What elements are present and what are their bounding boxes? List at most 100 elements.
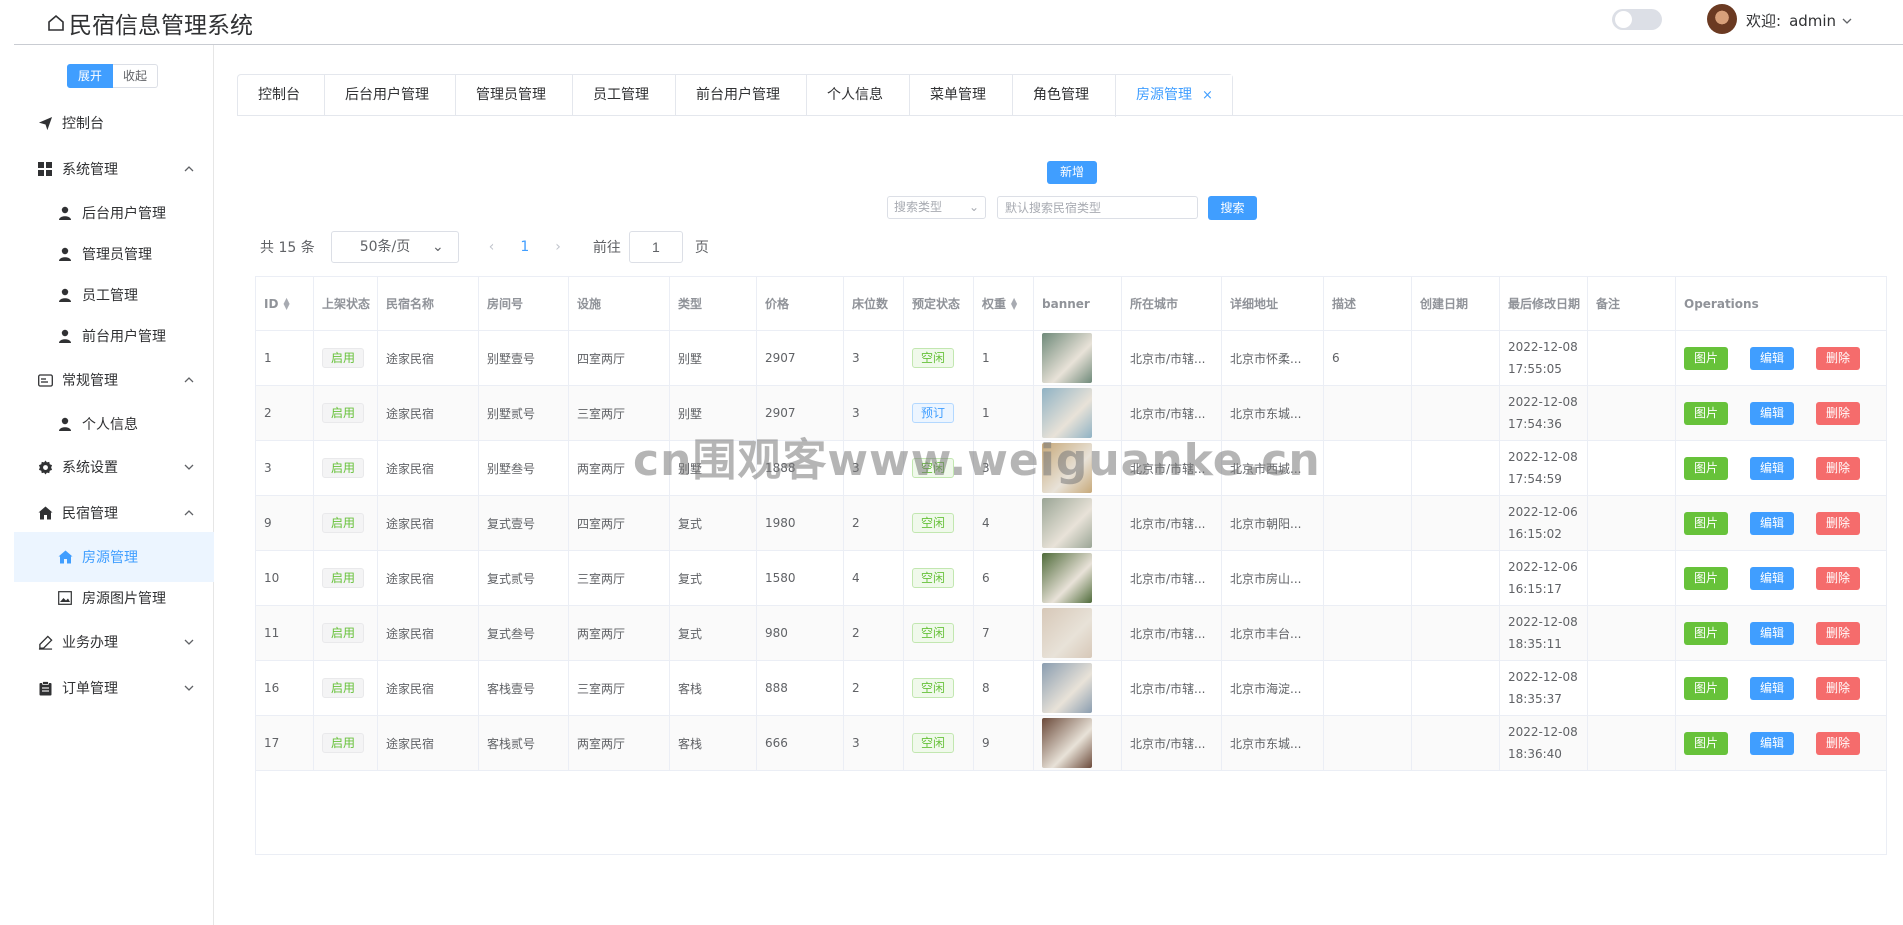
- tab[interactable]: 员工管理: [572, 75, 675, 116]
- sidebar-item[interactable]: 系统管理: [14, 144, 214, 194]
- collapse-toggle-group: 展开 收起: [67, 64, 159, 88]
- avatar[interactable]: [1707, 4, 1737, 34]
- tab[interactable]: 菜单管理: [909, 75, 1012, 116]
- tab[interactable]: 房源管理 ×: [1115, 75, 1232, 117]
- delete-button[interactable]: 删除: [1816, 511, 1861, 535]
- operations-cell: 图片 编辑 删除: [1676, 496, 1886, 550]
- table-cell: 1580: [757, 551, 844, 605]
- table-cell: 复式: [670, 551, 757, 605]
- picture-button[interactable]: 图片: [1684, 511, 1729, 535]
- page-number[interactable]: 1: [520, 239, 529, 255]
- listing-table: ID ▲ ▼ 上架状态 民宿名称 房间号 设施 类型 价格 床位数 预定状态 权重 ▲ ▼ banner 所在…: [255, 276, 1887, 855]
- tab[interactable]: 角色管理: [1012, 75, 1115, 116]
- edit-button[interactable]: 编辑: [1750, 621, 1795, 645]
- search-input[interactable]: [997, 196, 1198, 219]
- search-button[interactable]: 搜索: [1208, 196, 1257, 220]
- picture-button[interactable]: 图片: [1684, 566, 1729, 590]
- add-button[interactable]: 新增: [1047, 161, 1097, 184]
- watermark: cn围观客www.weiguanke.cn: [633, 435, 1321, 486]
- table-cell: 10: [256, 551, 314, 605]
- table-cell: 途家民宿: [378, 386, 479, 440]
- table-cell: 途家民宿: [378, 606, 479, 660]
- table-cell: 启用: [314, 551, 378, 605]
- tab[interactable]: 个人信息: [806, 75, 909, 116]
- delete-button[interactable]: 删除: [1816, 566, 1861, 590]
- time-part: 17:54:36: [1508, 417, 1562, 431]
- sort-icon[interactable]: ▲ ▼: [283, 296, 289, 310]
- delete-button[interactable]: 删除: [1816, 401, 1861, 425]
- column-header: 所在城市: [1122, 277, 1222, 330]
- tab[interactable]: 管理员管理: [455, 75, 572, 116]
- delete-button[interactable]: 删除: [1816, 731, 1861, 755]
- table-cell: 途家民宿: [378, 331, 479, 385]
- table-cell: [1324, 661, 1412, 715]
- time-part: 17:55:05: [1508, 362, 1562, 376]
- table-cell: 2: [844, 661, 904, 715]
- expand-button[interactable]: 展开: [67, 64, 114, 88]
- picture-button[interactable]: 图片: [1684, 346, 1729, 370]
- edit-button[interactable]: 编辑: [1750, 676, 1795, 700]
- picture-icon: [56, 589, 74, 607]
- sidebar-item[interactable]: 前台用户管理: [14, 311, 214, 361]
- sidebar-item[interactable]: 民宿管理: [14, 488, 214, 538]
- table-cell: 四室两厅: [569, 496, 670, 550]
- table-cell: 北京市/市辖...: [1122, 661, 1222, 715]
- delete-button[interactable]: 删除: [1816, 456, 1861, 480]
- column-header: 房间号: [479, 277, 569, 330]
- search-type-select[interactable]: 搜索类型 ⌄: [887, 196, 986, 219]
- edit-button[interactable]: 编辑: [1750, 731, 1795, 755]
- collapse-button[interactable]: 收起: [113, 64, 159, 88]
- table-cell: 客栈贰号: [479, 716, 569, 770]
- modified-date: 2022-12-06 16:15:17: [1508, 556, 1578, 600]
- edit-button[interactable]: 编辑: [1750, 346, 1795, 370]
- delete-button[interactable]: 删除: [1816, 621, 1861, 645]
- edit-button[interactable]: 编辑: [1750, 456, 1795, 480]
- table-cell: 17: [256, 716, 314, 770]
- sort-icon[interactable]: ▲ ▼: [1011, 296, 1017, 310]
- edit-button[interactable]: 编辑: [1750, 511, 1795, 535]
- close-icon[interactable]: ×: [1202, 88, 1213, 103]
- tab-label: 员工管理: [593, 87, 649, 103]
- tab[interactable]: 后台用户管理: [324, 75, 455, 116]
- column-header-label: 房间号: [487, 297, 524, 311]
- edit-button[interactable]: 编辑: [1750, 566, 1795, 590]
- table-cell: 北京市丰台...: [1222, 606, 1324, 660]
- prev-page-button[interactable]: ‹: [489, 239, 495, 255]
- goto-page-input[interactable]: [628, 231, 683, 263]
- sidebar-item[interactable]: 订单管理: [14, 663, 214, 713]
- sidebar-item[interactable]: 系统设置: [14, 442, 214, 492]
- theme-toggle[interactable]: [1612, 9, 1662, 30]
- table-cell: [1324, 716, 1412, 770]
- time-part: 16:15:02: [1508, 527, 1562, 541]
- paper-plane-icon: [36, 114, 54, 132]
- edit-button[interactable]: 编辑: [1750, 401, 1795, 425]
- column-header: 备注: [1588, 277, 1676, 330]
- sidebar-item[interactable]: 业务办理: [14, 617, 214, 667]
- sidebar-item[interactable]: 控制台: [14, 98, 214, 148]
- column-header: 预定状态: [904, 277, 974, 330]
- picture-button[interactable]: 图片: [1684, 621, 1729, 645]
- column-header: 价格: [757, 277, 844, 330]
- picture-button[interactable]: 图片: [1684, 731, 1729, 755]
- table-row: 1 启用 途家民宿 别墅壹号 四室两厅 别墅 2907 3 空闲 1 北京市/市辖... 北京市怀柔.…: [256, 331, 1886, 386]
- user-menu[interactable]: 欢迎: admin: [1746, 10, 1852, 31]
- sidebar-item[interactable]: 房源图片管理: [14, 573, 214, 623]
- sidebar-item[interactable]: 常规管理: [14, 355, 214, 405]
- table-cell: 1: [256, 331, 314, 385]
- picture-button[interactable]: 图片: [1684, 401, 1729, 425]
- table-cell: 三室两厅: [569, 551, 670, 605]
- delete-button[interactable]: 删除: [1816, 346, 1861, 370]
- delete-button[interactable]: 删除: [1816, 676, 1861, 700]
- table-cell: 3: [844, 716, 904, 770]
- page-size-select[interactable]: 50条/页 ⌄: [330, 231, 459, 263]
- tab[interactable]: 控制台: [238, 75, 324, 116]
- page-suffix: 页: [694, 240, 709, 256]
- table-cell: 复式叁号: [479, 606, 569, 660]
- next-page-button[interactable]: ›: [555, 239, 561, 255]
- tab[interactable]: 前台用户管理: [675, 75, 806, 116]
- picture-button[interactable]: 图片: [1684, 456, 1729, 480]
- goto-label: 前往: [592, 240, 621, 256]
- picture-button[interactable]: 图片: [1684, 676, 1729, 700]
- table-cell: 空闲: [904, 661, 974, 715]
- app-logo: 民宿信息管理系统: [46, 6, 253, 40]
